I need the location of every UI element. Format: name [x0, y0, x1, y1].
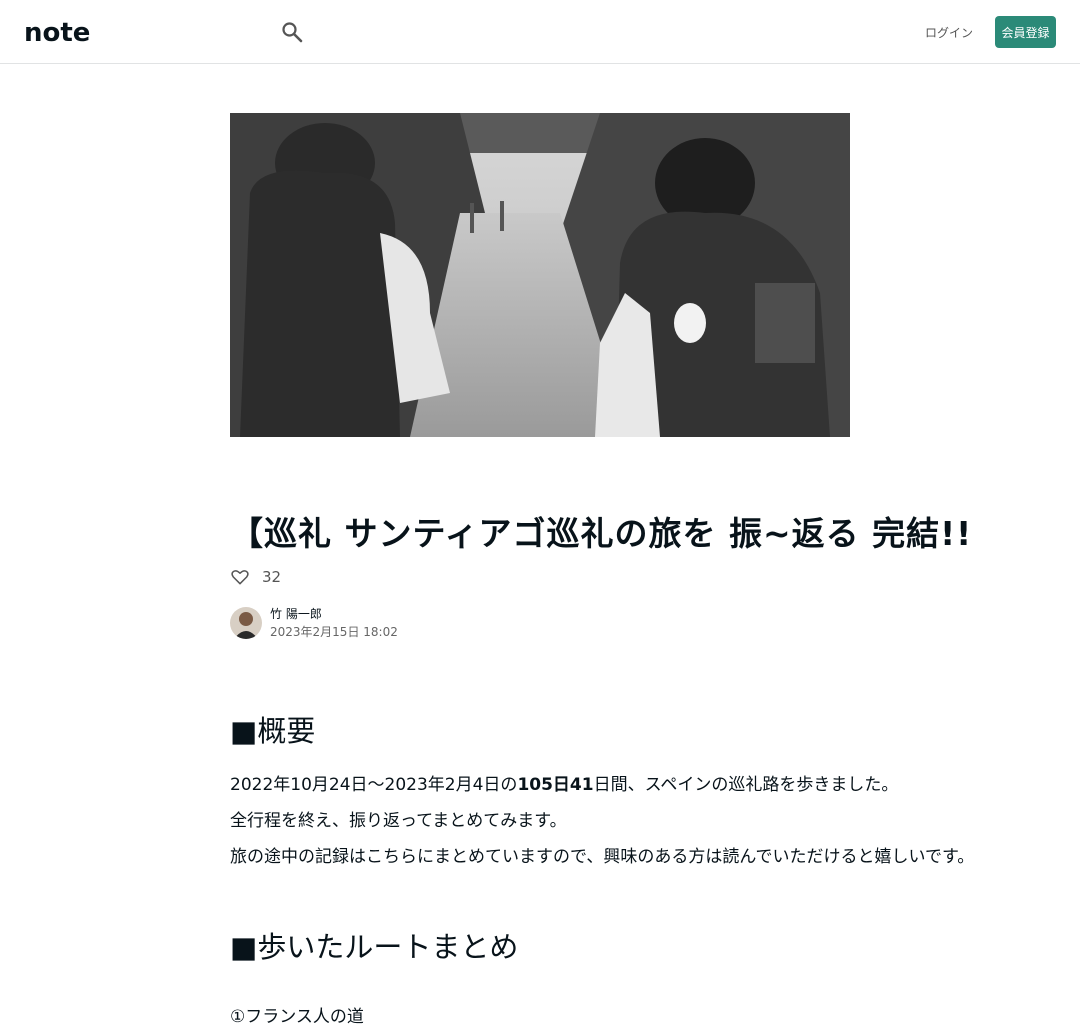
overview-paragraph-3: 旅の途中の記録はこちらにまとめていますので、興味のある方は読んでいただけると嬉し…: [230, 847, 975, 867]
author-name[interactable]: 竹 陽一郎: [270, 605, 398, 623]
overview-paragraph-2: 全行程を終え、振り返ってまとめてみます。: [230, 811, 567, 831]
note-logo[interactable]: note: [24, 20, 124, 44]
section-heading-routes: ■歩いたルートまとめ: [230, 930, 519, 964]
svg-text:note: note: [24, 20, 90, 44]
login-button[interactable]: ログイン: [922, 16, 976, 48]
article-title: 【巡礼 サンティアゴ巡礼の旅を 振~返る 完結!!: [230, 514, 973, 553]
author-info: 竹 陽一郎 2023年2月15日 18:02: [230, 606, 398, 640]
heart-icon[interactable]: [230, 567, 250, 587]
search-icon[interactable]: [280, 20, 304, 44]
hikers-photo-icon: [230, 113, 850, 437]
like-count: 32: [262, 568, 282, 586]
section-heading-overview: ■概要: [230, 714, 316, 748]
overview-paragraph-1: 2022年10月24日〜2023年2月4日の105日41日間、スペインの巡礼路を…: [230, 775, 899, 795]
hero-image: [230, 113, 850, 437]
signup-button[interactable]: 会員登録: [995, 16, 1056, 48]
author-meta: 竹 陽一郎 2023年2月15日 18:02: [270, 605, 398, 641]
author-avatar[interactable]: [230, 607, 262, 639]
publish-date: 2023年2月15日 18:02: [270, 625, 398, 639]
avatar-icon: [230, 607, 262, 639]
route-item-1: ①フランス人の道: [230, 1007, 364, 1027]
overview-body: 2022年10月24日〜2023年2月4日の105日41日間、スペインの巡礼路を…: [230, 767, 975, 875]
like-area: 32: [230, 566, 281, 588]
top-navigation-bar: note ログイン 会員登録: [0, 0, 1080, 64]
